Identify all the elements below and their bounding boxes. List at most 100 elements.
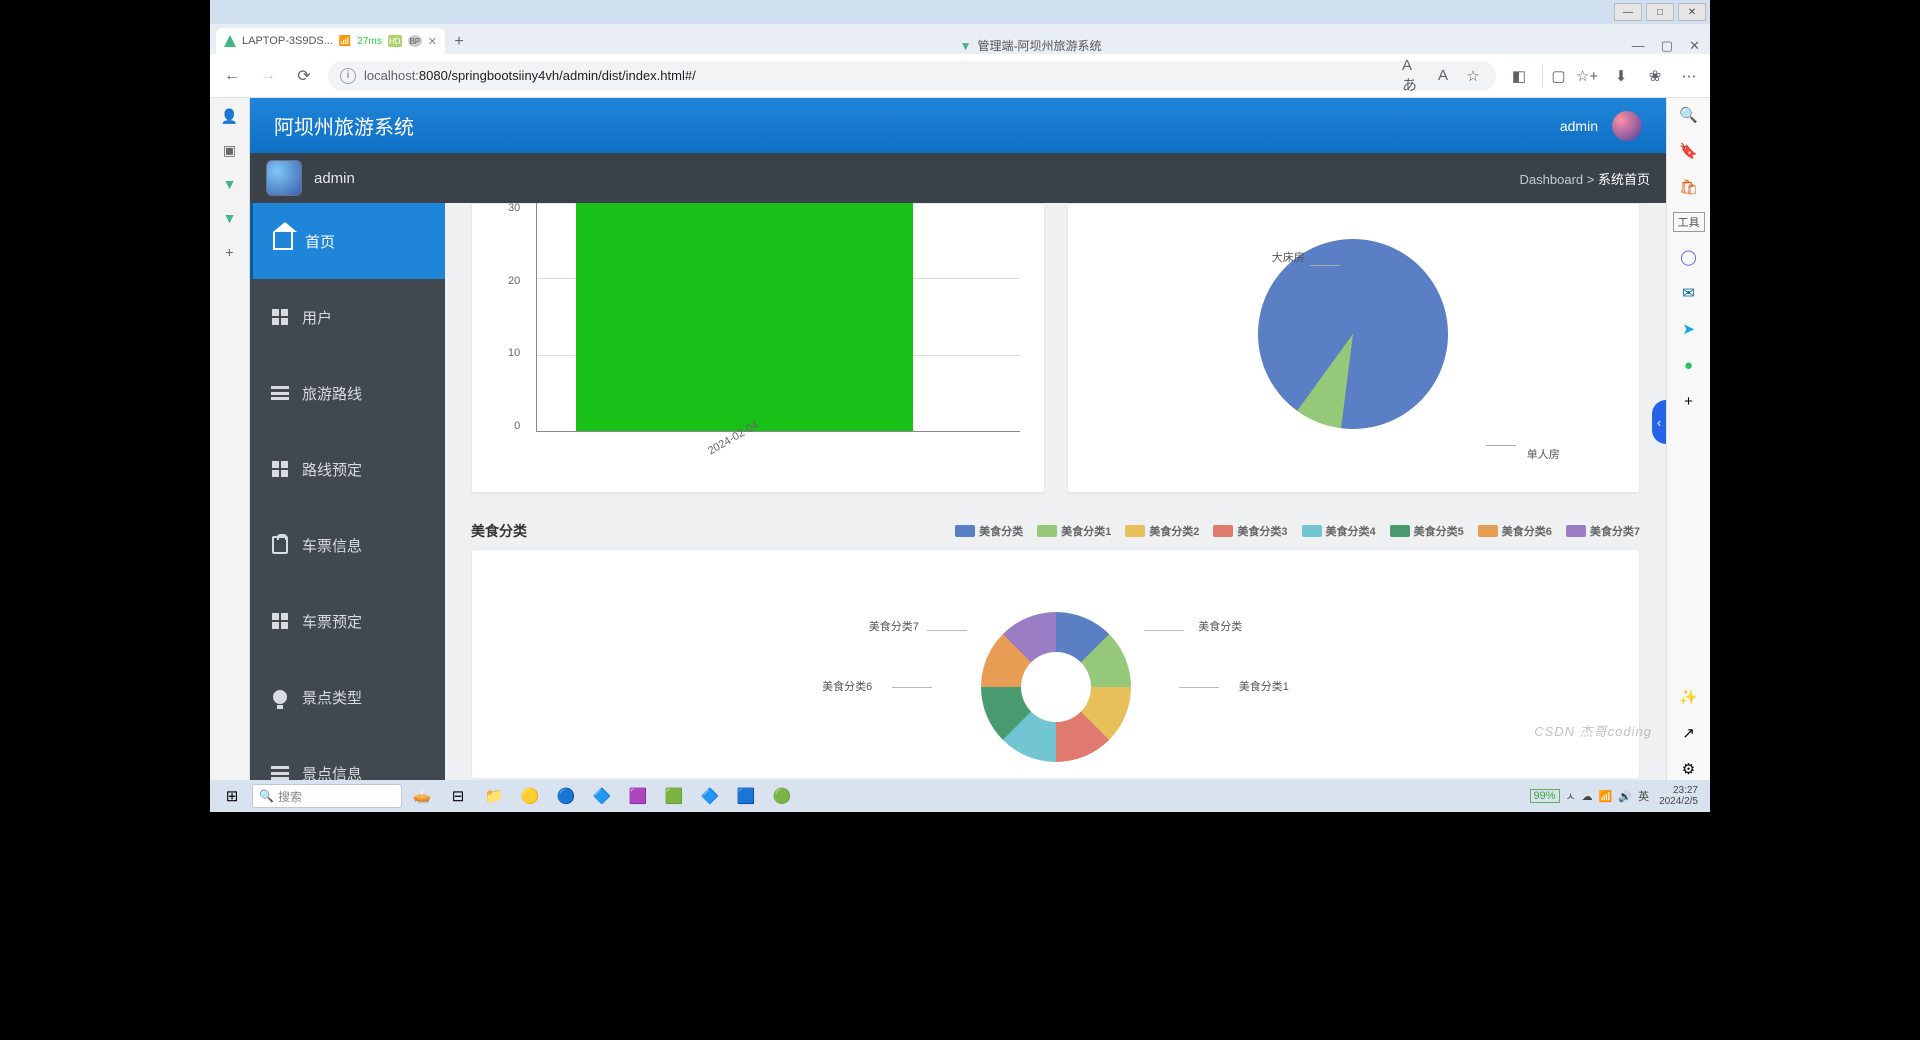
site-info-icon[interactable]: i xyxy=(340,68,356,84)
forward-button: → xyxy=(256,64,280,88)
os-max-button[interactable]: □ xyxy=(1646,3,1674,21)
explorer-icon[interactable]: 📁 xyxy=(478,783,510,809)
sidebar-item-users[interactable]: 用户 xyxy=(250,279,445,355)
spotify-icon[interactable]: ● xyxy=(1678,354,1700,376)
intellij-icon[interactable]: 🟪 xyxy=(622,783,654,809)
hd-badge: HD xyxy=(388,35,402,47)
browser-right-rail: 🔍 🔖 🛍 工具 ◯ ✉ ➤ ● + ✨ ↗ ⚙ ‹ xyxy=(1666,98,1710,780)
os-close-button[interactable]: ✕ xyxy=(1678,3,1706,21)
app-icon[interactable]: 🔷 xyxy=(694,783,726,809)
donut-chart-card: 美食分类7 美食分类 美食分类6 美食分类1 xyxy=(471,549,1640,779)
search-icon[interactable]: 🔍 xyxy=(1678,104,1700,126)
word-icon[interactable]: 🟦 xyxy=(730,783,762,809)
app-icon[interactable]: 🟢 xyxy=(766,783,798,809)
pie-chart xyxy=(1258,239,1448,429)
tab-close-icon[interactable]: ✕ xyxy=(428,35,437,48)
edge-icon[interactable]: 🔵 xyxy=(550,783,582,809)
collapse-rail-button[interactable]: ‹ xyxy=(1652,400,1666,444)
sub-username: admin xyxy=(314,170,355,187)
vue-icon: ▼ xyxy=(960,39,972,53)
crumb-dashboard[interactable]: Dashboard xyxy=(1520,172,1584,187)
browser-max-button[interactable]: ▢ xyxy=(1661,38,1673,54)
back-button[interactable]: ← xyxy=(220,64,244,88)
new-tab-button[interactable]: + xyxy=(447,30,471,54)
task-view-icon[interactable]: ⊟ xyxy=(442,783,474,809)
ai-icon[interactable]: ✨ xyxy=(1678,686,1700,708)
vscode-icon[interactable]: 🔷 xyxy=(586,783,618,809)
start-button[interactable]: ⊞ xyxy=(216,783,248,809)
favorite-icon[interactable]: ☆ xyxy=(1462,65,1484,87)
address-bar[interactable]: i localhost:8080/springbootsiiny4vh/admi… xyxy=(328,61,1496,91)
workspace-icon[interactable]: ▣ xyxy=(220,140,240,160)
telegram-icon[interactable]: ➤ xyxy=(1678,318,1700,340)
os-min-button[interactable]: — xyxy=(1614,3,1642,21)
bar-chart-card: 30 20 10 0 2024-02 xyxy=(471,203,1045,493)
add-rail-button[interactable]: + xyxy=(220,242,240,262)
search-icon: 🔍 xyxy=(259,789,274,803)
system-tray[interactable]: 99% ㅅ ☁ 📶 🔊 英 xyxy=(1530,788,1650,804)
donut-chart xyxy=(981,612,1131,762)
sidebar-item-route-booking[interactable]: 路线预定 xyxy=(250,431,445,507)
legend-item[interactable]: 美食分类4 xyxy=(1302,523,1376,539)
shopping-icon[interactable]: 🛍 xyxy=(1678,176,1700,198)
pie-chart-card: 大床房 单人房 xyxy=(1067,203,1641,493)
legend-item[interactable]: 美食分类1 xyxy=(1037,523,1111,539)
sidebar-item-spot-type[interactable]: 景点类型 xyxy=(250,659,445,735)
home-icon xyxy=(273,231,293,251)
donut-label: 美食分类7 xyxy=(869,618,919,634)
browser-close-button[interactable]: ✕ xyxy=(1689,38,1700,54)
reload-button[interactable]: ⟳ xyxy=(292,64,316,88)
profile-icon[interactable]: ❀ xyxy=(1644,65,1666,87)
sidebar-item-home[interactable]: 首页 xyxy=(250,203,445,279)
sidebar-item-spot-info[interactable]: 景点信息 xyxy=(250,735,445,780)
legend-item[interactable]: 美食分类3 xyxy=(1213,523,1287,539)
outlook-icon[interactable]: ✉ xyxy=(1678,282,1700,304)
share-icon[interactable]: ↗ xyxy=(1678,722,1700,744)
weather-widget[interactable]: 🥧 xyxy=(406,783,438,809)
app-header: 阿坝州旅游系统 admin xyxy=(250,98,1666,153)
breadcrumb: Dashboard > 系统首页 xyxy=(1520,169,1650,188)
legend-item[interactable]: 美食分类2 xyxy=(1125,523,1199,539)
more-icon[interactable]: ⋯ xyxy=(1678,65,1700,87)
settings-icon[interactable]: ⚙ xyxy=(1678,758,1700,780)
add-panel-button[interactable]: + xyxy=(1678,390,1700,412)
list-icon xyxy=(270,763,290,780)
ime-indicator[interactable]: 英 xyxy=(1638,788,1649,804)
grid-icon xyxy=(270,459,290,479)
legend-item[interactable]: 美食分类7 xyxy=(1566,523,1640,539)
donut-label: 美食分类 xyxy=(1198,618,1242,634)
donut-label: 美食分类6 xyxy=(822,678,872,694)
text-size-icon[interactable]: A xyxy=(1432,65,1454,87)
sub-header: admin Dashboard > 系统首页 xyxy=(250,153,1666,203)
vue-devtools-icon[interactable]: ▼ xyxy=(220,174,240,194)
downloads-icon[interactable]: ⬇ xyxy=(1610,65,1632,87)
user-avatar[interactable] xyxy=(266,160,302,196)
translate-icon[interactable]: Aあ xyxy=(1402,65,1424,87)
clock[interactable]: 23:27 2024/2/5 xyxy=(1653,785,1704,807)
tools-label[interactable]: 工具 xyxy=(1673,212,1705,232)
app-icon[interactable]: 🟩 xyxy=(658,783,690,809)
sidebar-item-ticket-booking[interactable]: 车票预定 xyxy=(250,583,445,659)
vue-devtools-icon-2[interactable]: ▼ xyxy=(220,208,240,228)
legend-item[interactable]: 美食分类5 xyxy=(1390,523,1464,539)
collections-icon[interactable]: ☆+ xyxy=(1576,65,1598,87)
os-titlebar: — □ ✕ xyxy=(210,0,1710,24)
extensions-icon[interactable]: ◧ xyxy=(1508,65,1530,87)
sidebar-item-routes[interactable]: 旅游路线 xyxy=(250,355,445,431)
header-username[interactable]: admin xyxy=(1560,118,1598,134)
reading-icon[interactable]: ▢ xyxy=(1542,65,1564,87)
browser-tab[interactable]: LAPTOP-3S9DS... 📶 27ms HD BP ✕ xyxy=(216,28,445,54)
loop-icon[interactable]: ◯ xyxy=(1678,246,1700,268)
avatar-icon[interactable]: 👤 xyxy=(220,106,240,126)
legend-item[interactable]: 美食分类6 xyxy=(1478,523,1552,539)
browser-min-button[interactable]: — xyxy=(1632,38,1645,54)
header-avatar[interactable] xyxy=(1612,111,1642,141)
browser-toolbar: ← → ⟳ i localhost:8080/springbootsiiny4v… xyxy=(210,54,1710,98)
tag-icon[interactable]: 🔖 xyxy=(1678,140,1700,162)
legend-item[interactable]: 美食分类 xyxy=(955,523,1023,539)
os-search-input[interactable]: 🔍搜索 xyxy=(252,784,402,808)
list-icon xyxy=(270,383,290,403)
chrome-icon[interactable]: 🟡 xyxy=(514,783,546,809)
sidebar-item-ticket-info[interactable]: 车票信息 xyxy=(250,507,445,583)
sidebar: 首页 用户 旅游路线 路线预定 车票信息 车票预定 景点类型 景点信息 xyxy=(250,203,445,780)
